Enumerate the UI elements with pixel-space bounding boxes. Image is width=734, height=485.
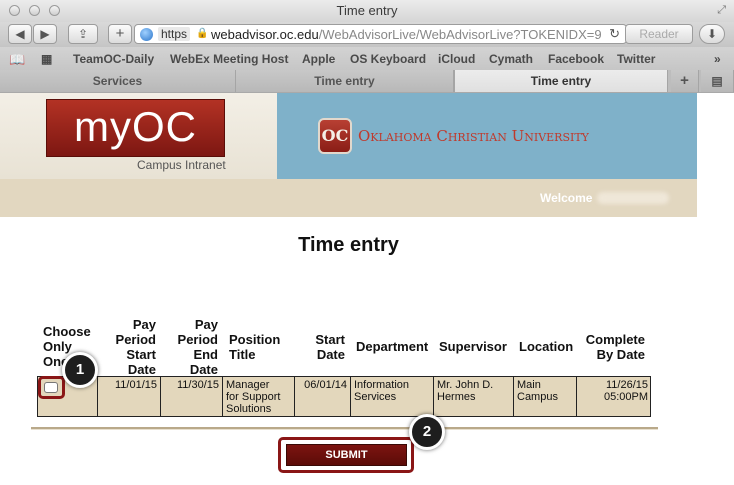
- url-host: webadvisor.oc.edu: [211, 27, 319, 42]
- header-position-title: Position Title: [229, 332, 280, 362]
- cell-location: Main Campus: [514, 376, 577, 417]
- reading-list-icon[interactable]: 📖: [9, 52, 25, 68]
- header-line: Title: [229, 347, 256, 362]
- header-line: Start: [126, 347, 156, 362]
- header-line: Date: [316, 347, 345, 362]
- https-badge: https: [158, 27, 191, 41]
- cell-supervisor: Mr. John D. Hermes: [434, 376, 514, 417]
- cell-line: Campus: [517, 391, 558, 403]
- cell-position: Manager for Support Solutions: [223, 376, 295, 417]
- redacted-user-name: [597, 192, 669, 204]
- header-pay-period-start: Pay Period Start Date: [110, 317, 156, 377]
- new-tab-plus-icon[interactable]: +: [671, 70, 699, 92]
- share-button[interactable]: ⇪: [68, 24, 98, 44]
- url-text[interactable]: webadvisor.oc.edu/WebAdvisorLive/WebAdvi…: [211, 27, 602, 42]
- university-name-text: Oklahoma Christian University: [358, 127, 589, 145]
- globe-icon: [140, 28, 153, 41]
- page-title: Time entry: [298, 234, 399, 256]
- header-line: Choose: [43, 324, 91, 339]
- header-line: Date: [189, 362, 218, 377]
- cell-line: 05:00PM: [603, 391, 648, 403]
- myoc-logo[interactable]: myOC: [46, 99, 225, 157]
- tab-services[interactable]: Services: [0, 70, 236, 92]
- cell-line: 11/26/15: [605, 379, 648, 391]
- more-bookmarks-icon[interactable]: »: [714, 52, 721, 66]
- window-title: Time entry: [336, 3, 398, 18]
- bookmark-apple[interactable]: Apple: [302, 52, 335, 66]
- cell-line: Manager: [226, 379, 270, 391]
- header-line: Complete: [585, 332, 645, 347]
- university-name: Oklahoma Christian University: [358, 127, 589, 145]
- url-path: /WebAdvisorLive/WebAdvisorLive?TOKENIDX=…: [318, 27, 602, 42]
- reader-button[interactable]: Reader: [625, 24, 693, 44]
- checkbox-highlight: [38, 376, 65, 399]
- back-button[interactable]: ◀: [8, 24, 32, 44]
- top-sites-icon[interactable]: ▦: [41, 52, 52, 66]
- bookmark-os-keyboard[interactable]: OS Keyboard: [350, 52, 426, 66]
- welcome-text: Welcome: [540, 191, 593, 205]
- tab-time-entry-2[interactable]: Time entry: [454, 70, 668, 92]
- cell-line: Mr. John D.: [437, 379, 494, 391]
- header-complete-by-date: Complete By Date: [580, 332, 645, 362]
- header-line: Position: [229, 332, 281, 347]
- bookmark-webex[interactable]: WebEx Meeting Host: [170, 52, 288, 66]
- submit-button[interactable]: SUBMIT: [286, 444, 407, 466]
- bookmark-icloud[interactable]: iCloud: [438, 52, 475, 66]
- header-supervisor: Supervisor: [439, 339, 507, 354]
- header-start-date: Start Date: [300, 332, 345, 362]
- callout-badge-2: 2: [409, 414, 445, 450]
- oc-seal-icon: OC: [318, 118, 352, 154]
- cell-department: Information Services: [351, 376, 434, 417]
- bookmark-twitter[interactable]: Twitter: [617, 52, 655, 66]
- tab-time-entry-1[interactable]: Time entry: [236, 70, 454, 92]
- reload-icon[interactable]: ↻: [609, 26, 620, 42]
- cell-start-date: 06/01/14: [295, 376, 351, 417]
- tab-overview-icon[interactable]: ▤: [701, 70, 734, 92]
- downloads-button[interactable]: ⬇: [699, 24, 725, 44]
- header-pay-period-end: Pay Period End Date: [172, 317, 218, 377]
- bookmark-teamoc[interactable]: TeamOC-Daily: [73, 52, 154, 66]
- bookmark-cymath[interactable]: Cymath: [489, 52, 533, 66]
- tab-bar: Services Time entry Time entry + ▤: [0, 70, 734, 93]
- window-titlebar: Time entry ⤢: [0, 0, 734, 23]
- divider: [31, 427, 658, 430]
- browser-toolbar: ◀ ▶ ⇪ + https 🔒 webadvisor.oc.edu/WebAdv…: [0, 22, 734, 47]
- address-bar[interactable]: https 🔒 webadvisor.oc.edu/WebAdvisorLive…: [134, 24, 627, 44]
- cell-line: for Support: [226, 391, 281, 403]
- forward-button[interactable]: ▶: [33, 24, 57, 44]
- header-line: Start: [315, 332, 345, 347]
- header-line: Period: [177, 332, 218, 347]
- header-line: Pay: [132, 317, 156, 332]
- bookmark-facebook[interactable]: Facebook: [548, 52, 604, 66]
- new-tab-button[interactable]: +: [108, 24, 132, 44]
- cell-line: Solutions: [226, 403, 272, 415]
- cell-line: Hermes: [437, 391, 476, 403]
- header-department: Department: [356, 339, 429, 354]
- cell-line: Information: [354, 379, 410, 391]
- lock-icon: 🔒: [196, 28, 209, 39]
- cell-complete-by: 11/26/15 05:00PM: [577, 376, 651, 417]
- header-line: By Date: [596, 347, 645, 362]
- header-line: Period: [115, 332, 156, 347]
- cell-pay-start: 11/01/15: [98, 376, 161, 417]
- logo-subtitle: Campus Intranet: [137, 158, 226, 172]
- bookmarks-bar: 📖 ▦ TeamOC-Daily WebEx Meeting Host Appl…: [0, 47, 734, 70]
- header-line: Date: [127, 362, 156, 377]
- header-location: Location: [519, 339, 574, 354]
- header-line: Pay: [194, 317, 218, 332]
- cell-line: Services: [354, 391, 397, 403]
- cell-line: Main: [517, 379, 541, 391]
- cell-pay-end: 11/30/15: [161, 376, 223, 417]
- header-line: End: [193, 347, 218, 362]
- callout-badge-1: 1: [62, 352, 98, 388]
- fullscreen-icon[interactable]: ⤢: [717, 4, 726, 17]
